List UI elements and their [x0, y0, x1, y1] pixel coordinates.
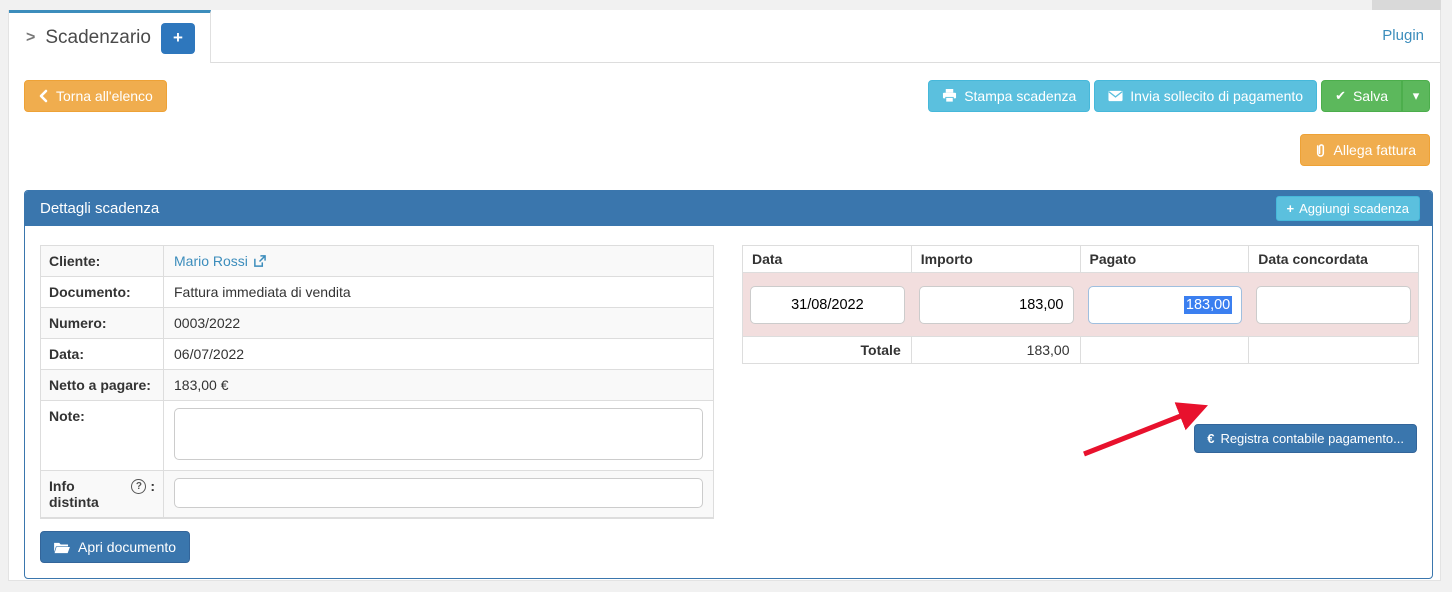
importo-input[interactable] [919, 286, 1074, 324]
table-row-netto: Netto a pagare: 183,00 € [41, 370, 713, 401]
table-row-numero: Numero: 0003/2022 [41, 308, 713, 339]
table-row-note: Note: [41, 401, 713, 471]
info-distinta-colon: : [150, 478, 155, 494]
paperclip-icon [1314, 143, 1327, 158]
netto-value: 183,00 € [163, 370, 713, 400]
add-deadline-button[interactable]: + Aggiungi scadenza [1276, 196, 1420, 221]
cliente-value: Mario Rossi [163, 246, 713, 276]
panel-title: Dettagli scadenza [40, 200, 159, 217]
note-label: Note: [41, 401, 163, 470]
save-dropdown-button[interactable]: ▾ [1402, 80, 1430, 112]
document-details-table: Cliente: Mario Rossi Document [40, 245, 714, 519]
cliente-label: Cliente: [41, 246, 163, 276]
reminder-label: Invia sollecito di pagamento [1130, 88, 1303, 104]
schedule-header-row: Data Importo Pagato Data concordata [742, 245, 1419, 273]
check-icon: ✔ [1335, 88, 1346, 104]
chevron-right-icon: > [26, 29, 35, 47]
page-title: Scadenzario [45, 27, 151, 49]
pagato-input[interactable]: 183,00 [1088, 286, 1243, 324]
back-to-list-button[interactable]: Torna all'elenco [24, 80, 167, 112]
header-importo: Importo [912, 246, 1081, 272]
back-label: Torna all'elenco [56, 88, 153, 104]
documento-label: Documento: [41, 277, 163, 307]
netto-label: Netto a pagare: [41, 370, 163, 400]
tabbar-divider [211, 62, 1440, 63]
panel-body: Cliente: Mario Rossi Document [25, 226, 1432, 579]
print-deadline-button[interactable]: Stampa scadenza [928, 80, 1090, 112]
table-row-info-distinta: Info distinta ? : [41, 471, 713, 518]
add-deadline-label: Aggiungi scadenza [1299, 201, 1409, 216]
registra-label: Registra contabile pagamento... [1220, 431, 1404, 446]
info-distinta-text: Info distinta [49, 478, 127, 510]
attach-invoice-button[interactable]: Allega fattura [1300, 134, 1431, 166]
send-payment-reminder-button[interactable]: Invia sollecito di pagamento [1094, 80, 1317, 112]
header-data-concordata: Data concordata [1249, 246, 1418, 272]
numero-label: Numero: [41, 308, 163, 338]
save-split-button: ✔ Salva ▾ [1321, 80, 1430, 112]
plugin-link[interactable]: Plugin [1382, 27, 1424, 44]
schedule-total-row: Totale 183,00 [742, 336, 1419, 364]
schedule-input-row: 183,00 [742, 273, 1419, 336]
chevron-left-icon [38, 89, 49, 103]
header-pagato: Pagato [1081, 246, 1250, 272]
note-textarea[interactable] [174, 408, 703, 460]
data-concordata-input[interactable] [1256, 286, 1411, 324]
attach-label: Allega fattura [1334, 142, 1417, 158]
table-row-data: Data: 06/07/2022 [41, 339, 713, 370]
panel-header: Dettagli scadenza + Aggiungi scadenza [25, 191, 1432, 226]
help-icon: ? [131, 479, 146, 494]
caret-down-icon: ▾ [1413, 88, 1420, 104]
cliente-name: Mario Rossi [174, 253, 248, 269]
table-row-documento: Documento: Fattura immediata di vendita [41, 277, 713, 308]
print-label: Stampa scadenza [964, 88, 1076, 104]
pagato-selected-text: 183,00 [1184, 296, 1232, 314]
apri-documento-button[interactable]: Apri documento [40, 531, 190, 563]
save-button[interactable]: ✔ Salva [1321, 80, 1402, 112]
header-data: Data [743, 246, 912, 272]
totale-pagato-empty [1081, 337, 1250, 363]
info-distinta-input[interactable] [174, 478, 703, 508]
registra-contabile-pagamento-button[interactable]: € Registra contabile pagamento... [1194, 424, 1417, 453]
data-value: 06/07/2022 [163, 339, 713, 369]
euro-icon: € [1207, 431, 1214, 446]
apri-label: Apri documento [78, 539, 176, 555]
totale-label: Totale [743, 337, 912, 363]
envelope-icon [1108, 90, 1123, 102]
cliente-link[interactable]: Mario Rossi [174, 253, 266, 269]
scadenza-data-input[interactable] [750, 286, 905, 324]
plus-icon: + [1287, 201, 1295, 216]
data-label: Data: [41, 339, 163, 369]
deadline-details-panel: Dettagli scadenza + Aggiungi scadenza Cl… [24, 190, 1433, 579]
add-tab-button[interactable]: + [161, 23, 195, 54]
info-distinta-label: Info distinta ? : [41, 471, 163, 517]
save-label: Salva [1353, 88, 1388, 104]
external-link-icon [253, 255, 266, 268]
payment-schedule-table: Data Importo Pagato Data concordata 183,… [742, 245, 1419, 364]
printer-icon [942, 89, 957, 103]
table-row-cliente: Cliente: Mario Rossi [41, 246, 713, 277]
page-container: > Scadenzario + Plugin Torna all'elenco … [8, 10, 1441, 581]
documento-value: Fattura immediata di vendita [163, 277, 713, 307]
tab-scadenzario[interactable]: > Scadenzario + [9, 10, 211, 63]
numero-value: 0003/2022 [163, 308, 713, 338]
folder-open-icon [54, 541, 70, 554]
totale-concordata-empty [1249, 337, 1418, 363]
totale-importo: 183,00 [912, 337, 1081, 363]
